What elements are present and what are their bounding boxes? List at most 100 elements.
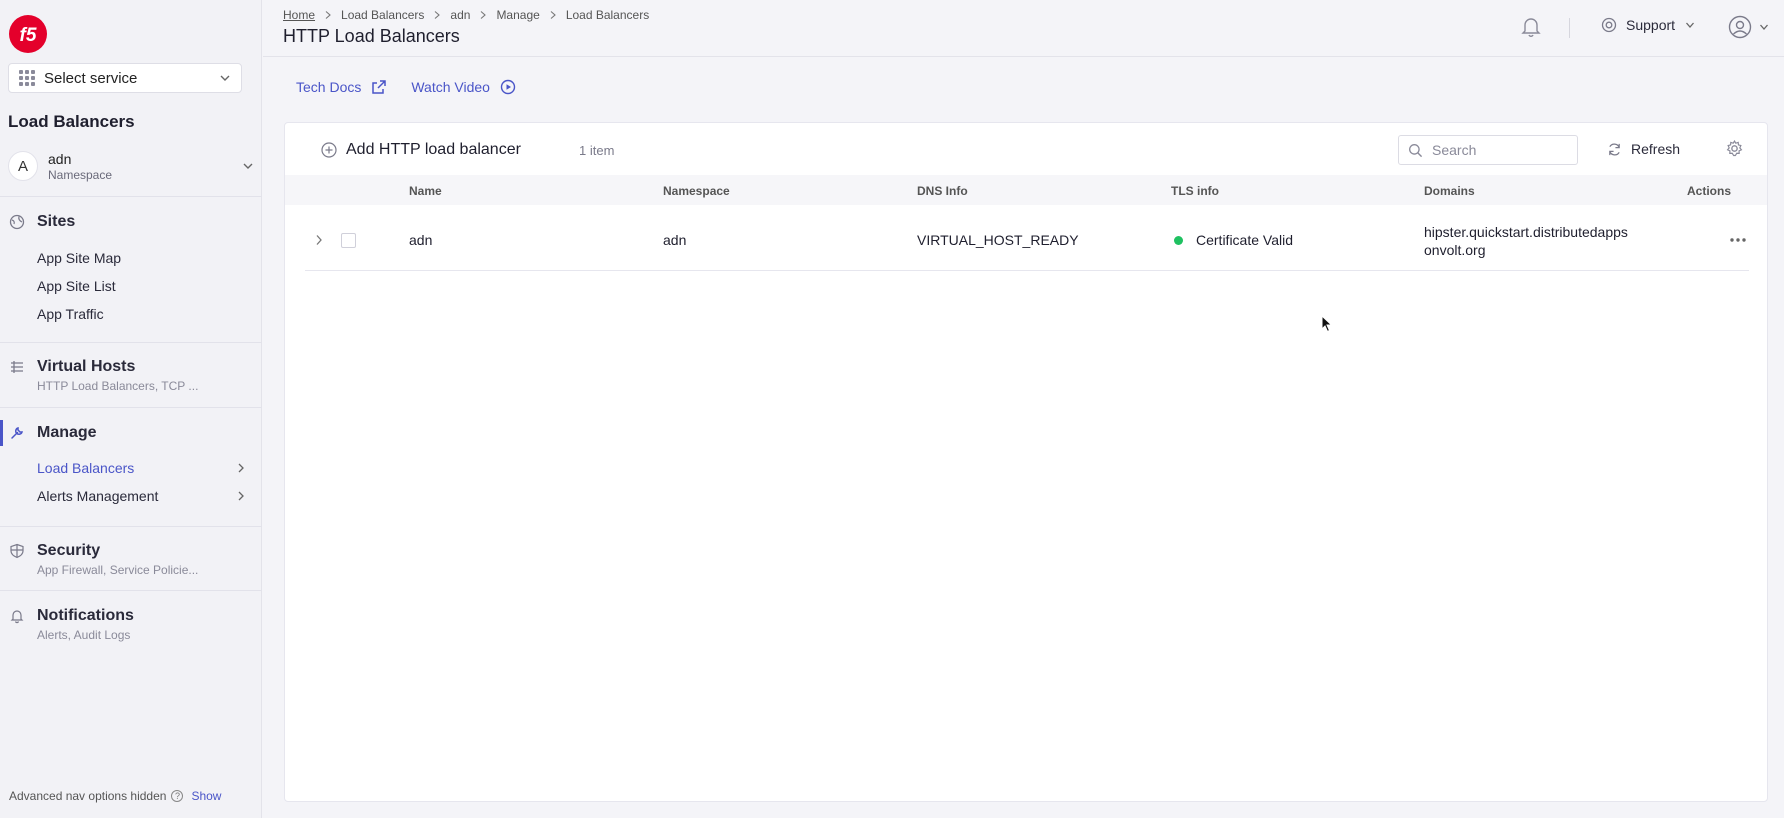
server-icon [11, 361, 23, 373]
breadcrumb-home[interactable]: Home [283, 8, 315, 22]
plus-circle-icon [321, 142, 337, 158]
external-link-icon [372, 80, 387, 94]
page-title: HTTP Load Balancers [283, 26, 460, 46]
column-header-domains[interactable]: Domains [1424, 184, 1475, 198]
advanced-nav-text: Advanced nav options hidden [9, 789, 167, 803]
status-ok-dot [1174, 235, 1183, 245]
chevron-down-icon [1686, 22, 1695, 28]
column-header-actions: Actions [1687, 184, 1732, 198]
nav-notifications-label: Notifications [37, 607, 134, 624]
chevron-right-icon [325, 11, 331, 19]
sidebar-item-load-balancers[interactable]: Load Balancers [0, 454, 262, 482]
nav-section-virtual-hosts[interactable]: Virtual Hosts HTTP Load Balancers, TCP .… [0, 355, 262, 393]
select-service-dropdown[interactable]: Select service [8, 63, 242, 93]
breadcrumb-item[interactable]: Load Balancers [341, 8, 424, 22]
cell-namespace: adn [663, 232, 687, 248]
tech-docs-link[interactable]: Tech Docs [296, 79, 387, 95]
refresh-label: Refresh [1631, 141, 1681, 157]
column-header-dns-info[interactable]: DNS Info [917, 184, 968, 198]
cell-tls-info: Certificate Valid [1174, 232, 1293, 248]
chevron-right-icon [238, 463, 244, 473]
watch-video-label: Watch Video [411, 79, 490, 95]
user-avatar-icon [1728, 15, 1752, 39]
nav-virtual-hosts-sub: HTTP Load Balancers, TCP ... [37, 379, 199, 393]
nav-section-notifications[interactable]: Notifications Alerts, Audit Logs [0, 604, 262, 642]
support-label: Support [1626, 17, 1676, 33]
add-http-load-balancer-button[interactable]: Add HTTP load balancer [321, 141, 521, 159]
play-circle-icon [500, 79, 516, 95]
nav-virtual-hosts-label: Virtual Hosts [37, 358, 136, 375]
bell-icon [10, 610, 24, 624]
divider [0, 526, 262, 527]
help-icon[interactable]: ? [171, 790, 184, 802]
sidebar-item-app-traffic[interactable]: App Traffic [0, 300, 262, 328]
sidebar-item-alerts-management[interactable]: Alerts Management [0, 482, 262, 510]
tech-docs-label: Tech Docs [296, 79, 362, 95]
chevron-right-icon [550, 11, 556, 19]
notification-bell-icon[interactable] [1521, 16, 1541, 38]
show-advanced-nav-link[interactable]: Show [191, 789, 221, 803]
lifebuoy-icon [1601, 17, 1617, 33]
nav-item-label: App Traffic [37, 306, 104, 322]
chevron-down-icon [220, 75, 230, 81]
user-menu[interactable] [1728, 15, 1769, 39]
divider [0, 342, 262, 343]
sidebar: f5 Select service Load Balancers A adn N… [0, 0, 262, 818]
namespace-avatar: A [8, 151, 38, 181]
search-input[interactable] [1432, 142, 1562, 158]
column-header-namespace[interactable]: Namespace [663, 184, 730, 198]
sidebar-item-app-site-map[interactable]: App Site Map [0, 244, 262, 272]
expand-row-icon[interactable] [314, 234, 324, 246]
globe-icon [9, 214, 25, 230]
breadcrumb: Home Load Balancers adn Manage Load Bala… [283, 8, 649, 22]
search-icon [1409, 143, 1423, 157]
apps-grid-icon [19, 70, 35, 86]
gear-icon[interactable] [1726, 140, 1743, 157]
divider [0, 590, 262, 591]
more-actions-icon[interactable] [1729, 237, 1747, 243]
column-header-tls-info[interactable]: TLS info [1171, 184, 1219, 198]
table-toolbar: Add HTTP load balancer 1 item Refresh [285, 123, 1767, 175]
nav-manage-label: Manage [37, 424, 97, 441]
select-service-label: Select service [44, 69, 138, 87]
mouse-cursor-icon [1321, 315, 1333, 333]
support-menu[interactable]: Support [1601, 17, 1695, 33]
nav-notifications-sub: Alerts, Audit Logs [37, 628, 131, 642]
svg-text:f5: f5 [20, 25, 37, 46]
cell-dns-info: VIRTUAL_HOST_READY [917, 232, 1079, 248]
breadcrumb-item[interactable]: Manage [496, 8, 539, 22]
nav-section-security[interactable]: Security App Firewall, Service Policie..… [0, 539, 262, 577]
breadcrumb-item[interactable]: adn [450, 8, 470, 22]
namespace-selector[interactable]: A adn Namespace [8, 148, 254, 184]
column-header-name[interactable]: Name [409, 184, 442, 198]
sidebar-item-app-site-list[interactable]: App Site List [0, 272, 262, 300]
refresh-button[interactable]: Refresh [1607, 141, 1680, 157]
shield-icon [10, 543, 24, 559]
namespace-label: Namespace [48, 167, 113, 182]
divider [0, 407, 262, 408]
divider [1569, 18, 1570, 38]
watch-video-link[interactable]: Watch Video [411, 79, 516, 95]
advanced-nav-footer: Advanced nav options hidden ? Show [9, 789, 221, 803]
row-checkbox[interactable] [341, 233, 356, 248]
nav-item-label: Alerts Management [37, 488, 159, 504]
chevron-right-icon [435, 11, 441, 19]
nav-item-label: App Site List [37, 278, 116, 294]
load-balancer-table-card: Add HTTP load balancer 1 item Refresh Na… [284, 122, 1768, 802]
cell-domains: hipster.quickstart.distributedappsonvolt… [1424, 224, 1628, 258]
nav-security-sub: App Firewall, Service Policie... [37, 563, 199, 577]
nav-sites-header[interactable]: Sites [0, 210, 262, 234]
f5-logo[interactable]: f5 [8, 14, 48, 54]
breadcrumb-item: Load Balancers [565, 8, 650, 22]
table-row[interactable]: adn adn VIRTUAL_HOST_READY Certificate V… [305, 209, 1749, 271]
search-box[interactable] [1398, 135, 1578, 165]
add-button-label: Add HTTP load balancer [346, 141, 521, 158]
cell-name[interactable]: adn [409, 232, 432, 248]
top-bar: Home Load Balancers adn Manage Load Bala… [263, 0, 1784, 57]
chevron-right-icon [481, 11, 487, 19]
namespace-name: adn [48, 150, 72, 167]
wrench-icon [11, 426, 24, 439]
item-count: 1 item [579, 143, 615, 158]
nav-security-label: Security [37, 542, 101, 559]
nav-manage-header[interactable]: Manage [0, 421, 262, 445]
